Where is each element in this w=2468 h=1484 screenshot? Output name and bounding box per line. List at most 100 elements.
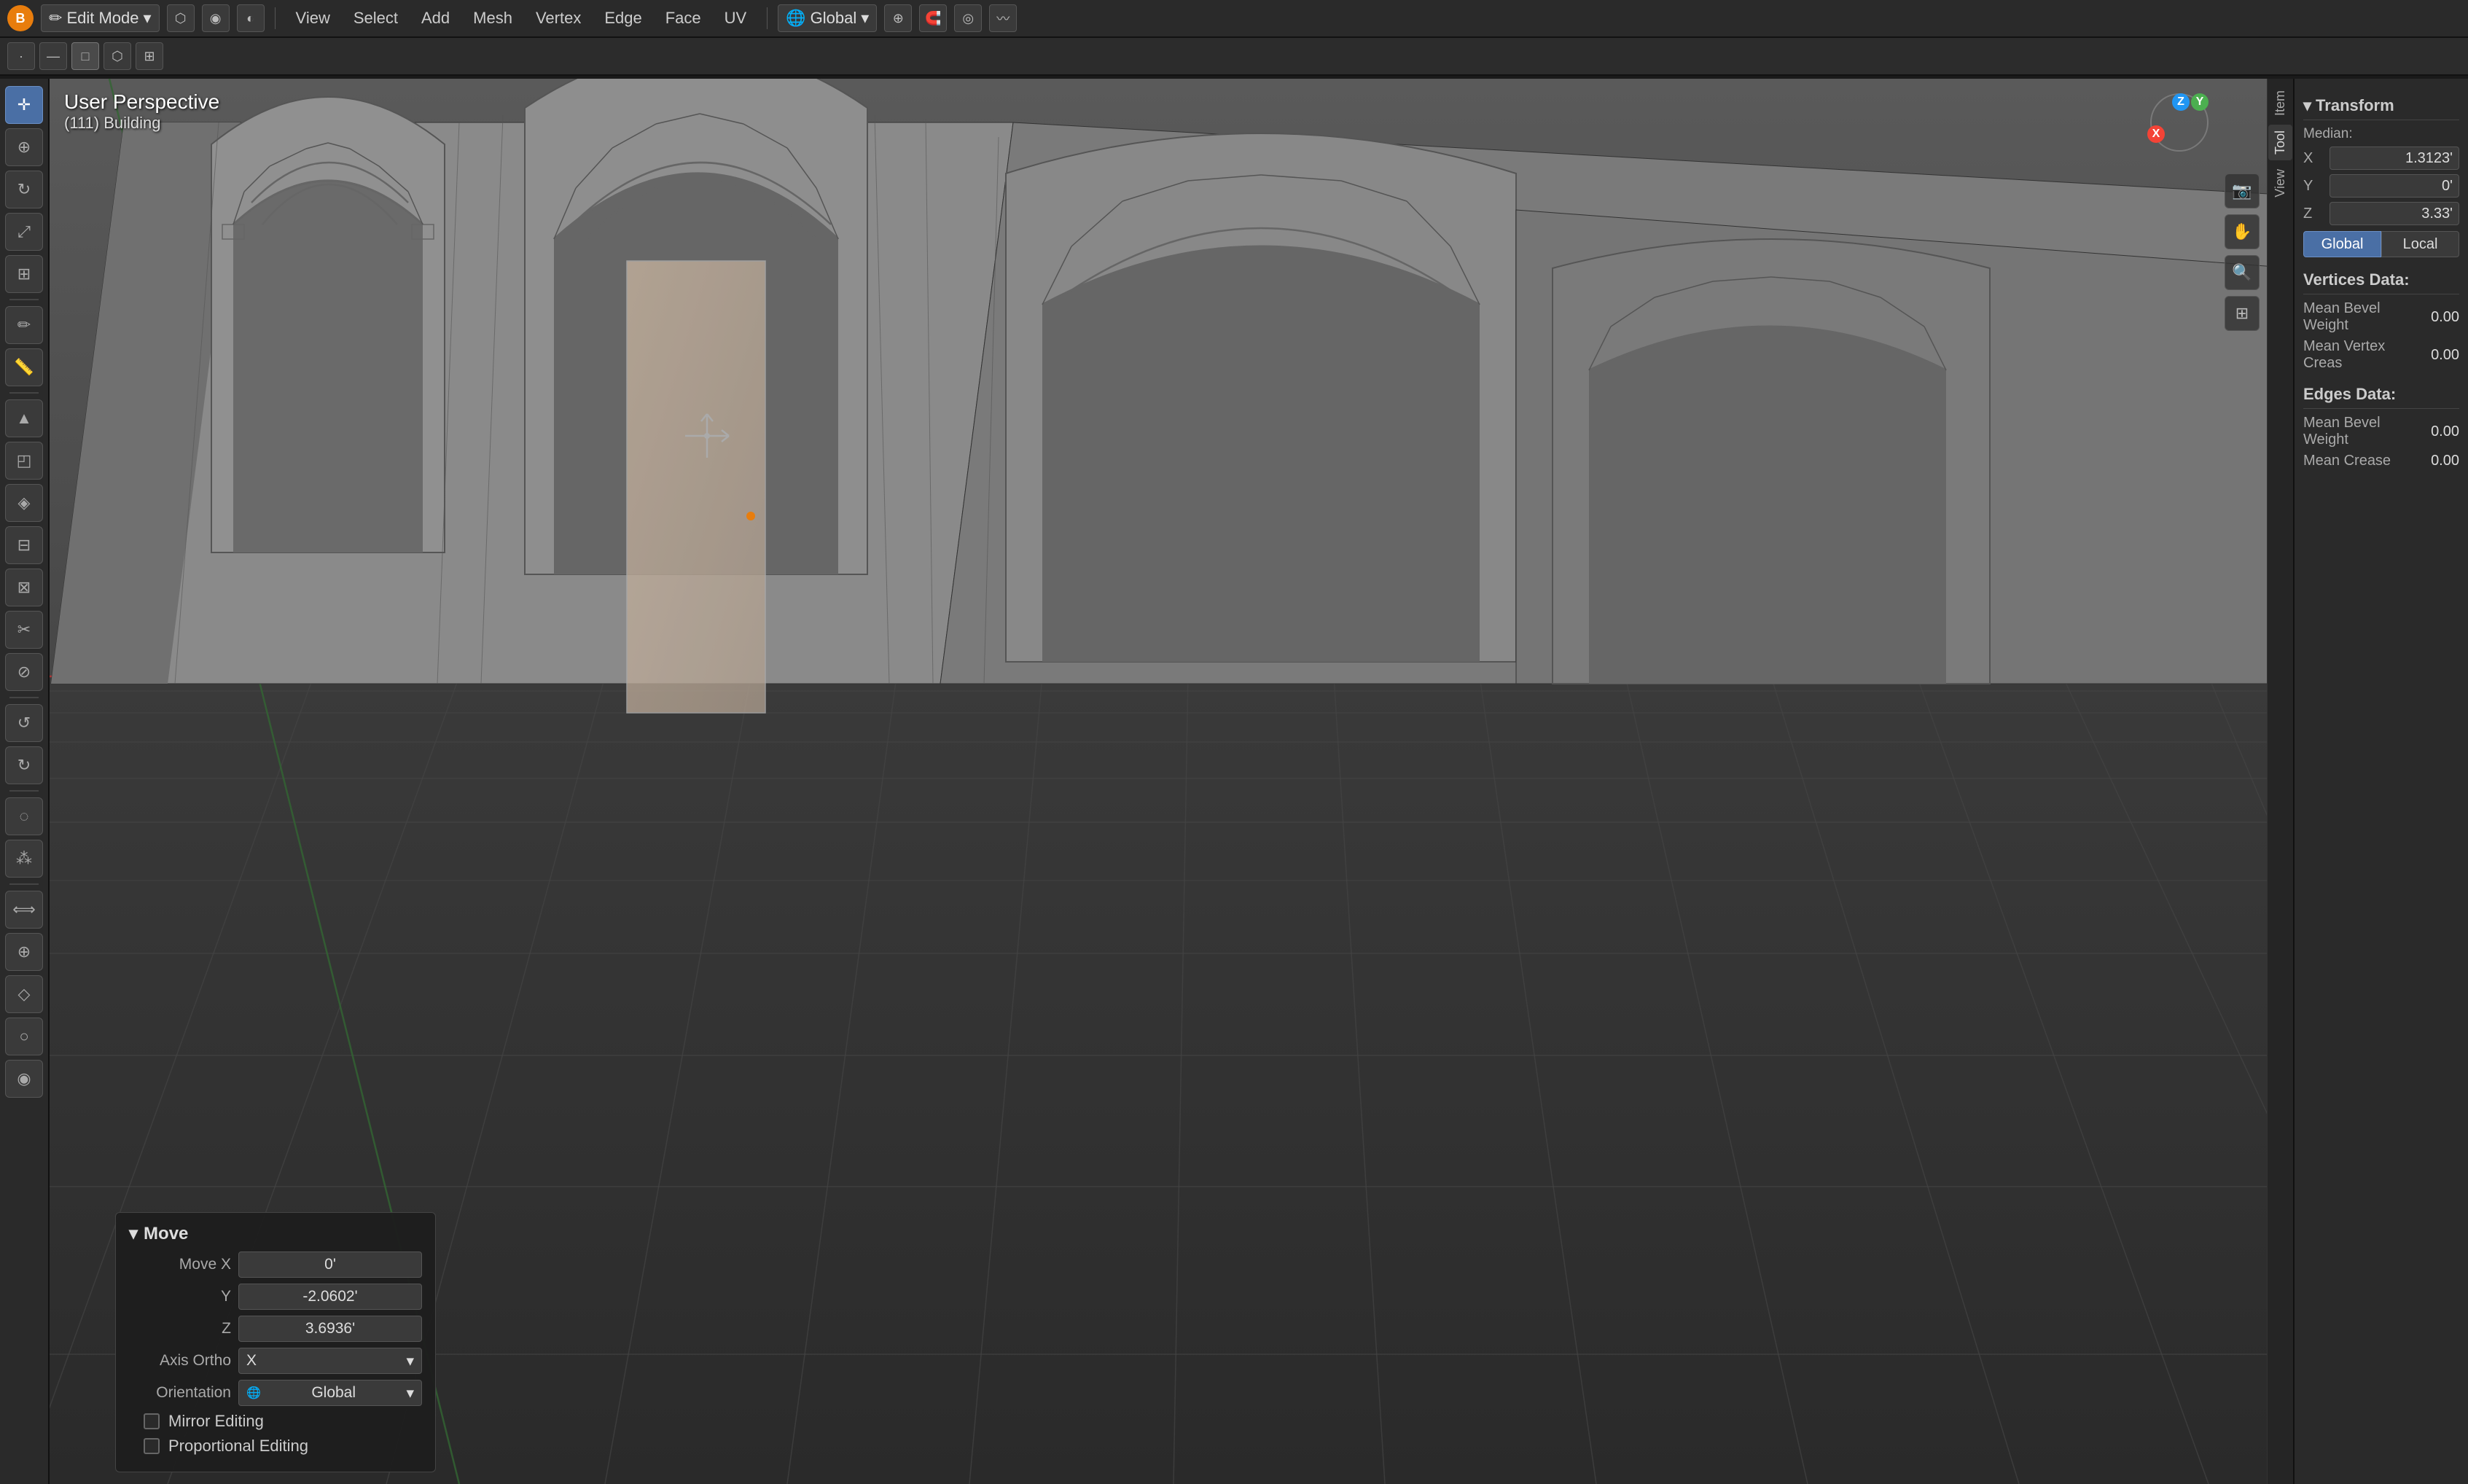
mean-vertex-crease-value[interactable]: 0.00 xyxy=(2401,347,2459,364)
hand-icon-btn[interactable]: ✋ xyxy=(2225,214,2260,249)
edit-mode-selector[interactable]: ✏ Edit Mode ▾ xyxy=(41,4,160,32)
orientation-dropdown[interactable]: 🌐 Global ▾ xyxy=(238,1380,422,1406)
spin-dup-btn[interactable]: ↻ xyxy=(5,746,43,784)
camera-icon-btn[interactable]: 📷 xyxy=(2225,173,2260,208)
menu-add[interactable]: Add xyxy=(411,6,460,31)
collapse-icon[interactable]: ▾ xyxy=(129,1223,138,1244)
bisect-btn[interactable]: ⊘ xyxy=(5,653,43,691)
annotate-tool-btn[interactable]: ✏ xyxy=(5,306,43,344)
offset-edge-btn[interactable]: ⊠ xyxy=(5,569,43,606)
z-axis-label: Z xyxy=(2303,206,2330,222)
axis-ortho-dropdown[interactable]: X ▾ xyxy=(238,1348,422,1374)
menu-vertex[interactable]: Vertex xyxy=(526,6,591,31)
y-value-field[interactable]: 0' xyxy=(2330,174,2459,198)
bevel-tool-btn[interactable]: ◈ xyxy=(5,484,43,522)
gizmo-y-axis[interactable]: Y xyxy=(2191,93,2209,111)
gizmo-circle: Z Y X xyxy=(2150,93,2209,152)
spin-btn[interactable]: ↺ xyxy=(5,704,43,742)
vertices-section-title: Vertices Data: xyxy=(2303,266,2459,294)
mean-bevel-weight-label: Mean Bevel Weight xyxy=(2303,300,2401,334)
select-mode-bar: · — □ ⬡ ⊞ xyxy=(0,38,2468,76)
menu-edge[interactable]: Edge xyxy=(594,6,652,31)
x-value-field[interactable]: 1.3123' xyxy=(2330,147,2459,170)
falloff-btn[interactable]: 〰 xyxy=(989,4,1017,32)
snap-btn[interactable]: 🧲 xyxy=(919,4,947,32)
move-tool-btn[interactable]: ⊕ xyxy=(5,128,43,166)
gizmo-z-axis[interactable]: Z xyxy=(2172,93,2190,111)
z-value-field[interactable]: 3.33' xyxy=(2330,202,2459,225)
tool-separator-5 xyxy=(9,883,39,885)
inset-tool-btn[interactable]: ◰ xyxy=(5,442,43,480)
move-y-label: Y xyxy=(129,1288,231,1305)
x-axis-label: X xyxy=(2303,150,2330,167)
tool-separator-2 xyxy=(9,392,39,394)
viewport-gizmo[interactable]: Z Y X xyxy=(2150,93,2216,159)
tab-view[interactable]: View xyxy=(2268,163,2292,203)
menu-select[interactable]: Select xyxy=(343,6,408,31)
knife-btn[interactable]: ✂ xyxy=(5,611,43,649)
transform-y-row: Y 0' xyxy=(2303,174,2459,198)
viewport-3d[interactable]: User Perspective (111) Building Z Y X 📷 … xyxy=(50,79,2267,1484)
mirror-editing-checkbox[interactable] xyxy=(144,1413,160,1429)
proportional-btn[interactable]: ◎ xyxy=(954,4,982,32)
menu-mesh[interactable]: Mesh xyxy=(463,6,523,31)
transform-orientation-selector[interactable]: 🌐 Global ▾ xyxy=(778,4,877,32)
menu-bar: View Select Add Mesh Vertex Edge Face UV xyxy=(286,6,757,31)
loop-cut-btn[interactable]: ⊟ xyxy=(5,526,43,564)
menu-uv[interactable]: UV xyxy=(714,6,757,31)
scale-tool-btn[interactable]: ⤢ xyxy=(5,213,43,251)
mean-crease-label: Mean Crease xyxy=(2303,453,2401,469)
overlay-icon-btn[interactable]: ◉ xyxy=(202,4,230,32)
cursor-tool-btn[interactable]: ✛ xyxy=(5,86,43,124)
randomize-btn[interactable]: ⁂ xyxy=(5,840,43,878)
mirror-editing-row: Mirror Editing xyxy=(129,1412,422,1431)
globe-icon: 🌐 xyxy=(786,9,805,28)
transform-tool-btn[interactable]: ⊞ xyxy=(5,255,43,293)
move-y-value[interactable]: -2.0602' xyxy=(238,1284,422,1310)
menu-face[interactable]: Face xyxy=(655,6,711,31)
edge-select-btn[interactable]: — xyxy=(39,42,67,70)
to-sphere-btn[interactable]: ○ xyxy=(5,1018,43,1055)
rotate-tool-btn[interactable]: ↻ xyxy=(5,171,43,208)
move-x-value[interactable]: 0' xyxy=(238,1251,422,1278)
face-select-2-btn[interactable]: ⬡ xyxy=(104,42,131,70)
chevron-down-icon-2: ▾ xyxy=(861,9,869,28)
object-mode-icon-btn[interactable]: ⬡ xyxy=(167,4,195,32)
proportional-editing-checkbox[interactable] xyxy=(144,1438,160,1454)
tab-tool[interactable]: Tool xyxy=(2268,125,2292,160)
shrink-fatten-btn[interactable]: ⊕ xyxy=(5,933,43,971)
shear-btn[interactable]: ◇ xyxy=(5,975,43,1013)
gizmo-x-axis[interactable]: X xyxy=(2147,125,2165,143)
shading-icon-btn[interactable]: ◐ xyxy=(237,4,265,32)
move-panel-header: ▾ Move xyxy=(129,1223,422,1244)
collapse-transform-icon[interactable]: ▾ xyxy=(2303,96,2311,115)
measure-tool-btn[interactable]: 📏 xyxy=(5,348,43,386)
global-btn[interactable]: Global xyxy=(2303,231,2381,257)
extrude-tool-btn[interactable]: ▲ xyxy=(5,399,43,437)
top-header-bar: B ✏ Edit Mode ▾ ⬡ ◉ ◐ View Select Add Me… xyxy=(0,0,2468,38)
grid-icon-btn[interactable]: ⊞ xyxy=(2225,296,2260,331)
move-z-value[interactable]: 3.6936' xyxy=(238,1316,422,1342)
chevron-down-icon: ▾ xyxy=(144,9,152,28)
chevron-down-icon-4: ▾ xyxy=(406,1384,414,1402)
uv-select-btn[interactable]: ⊞ xyxy=(136,42,163,70)
mean-bevel-weight-value[interactable]: 0.00 xyxy=(2401,309,2459,326)
transform-x-row: X 1.3123' xyxy=(2303,147,2459,170)
mean-crease-row: Mean Crease 0.00 xyxy=(2303,453,2459,469)
viewport-icon-panel: 📷 ✋ 🔍 ⊞ xyxy=(2225,173,2260,331)
edges-mean-bevel-weight-value[interactable]: 0.00 xyxy=(2401,423,2459,440)
pivot-point-btn[interactable]: ⊕ xyxy=(884,4,912,32)
orientation-label: Orientation xyxy=(129,1384,231,1402)
mean-crease-value[interactable]: 0.00 xyxy=(2401,453,2459,469)
rip-btn[interactable]: ◉ xyxy=(5,1060,43,1098)
zoom-icon-btn[interactable]: 🔍 xyxy=(2225,255,2260,290)
vertex-select-btn[interactable]: · xyxy=(7,42,35,70)
smooth-btn[interactable]: ◌ xyxy=(5,797,43,835)
tab-item[interactable]: Item xyxy=(2268,85,2292,122)
menu-view[interactable]: View xyxy=(286,6,340,31)
edge-slide-btn[interactable]: ⟺ xyxy=(5,891,43,929)
local-btn[interactable]: Local xyxy=(2381,231,2459,257)
app-logo: B xyxy=(7,5,34,31)
face-select-btn[interactable]: □ xyxy=(71,42,99,70)
move-operator-panel: ▾ Move Move X 0' Y -2.0602' Z 3.6936' Ax… xyxy=(115,1212,436,1472)
